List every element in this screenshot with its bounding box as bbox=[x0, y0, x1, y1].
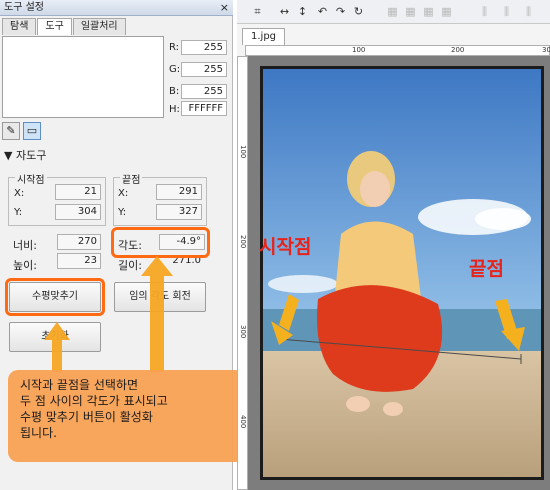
start-y-value: 304 bbox=[55, 204, 101, 220]
panel-title-bar: 도구 설정 × bbox=[0, 0, 233, 16]
image-toolbar: ⌗ ↔ ↕ ↶ ↷ ↻ ▦ ▦ ▦ ▦ ⫼ ⫼ ⫼ bbox=[237, 0, 550, 24]
end-point-title: 끝점 bbox=[120, 171, 143, 186]
tooltip-line-4: 됩니다. bbox=[20, 426, 57, 440]
rotate-left-icon[interactable]: ↶ bbox=[315, 4, 330, 19]
image-view-panel: ⌗ ↔ ↕ ↶ ↷ ↻ ▦ ▦ ▦ ▦ ⫼ ⫼ ⫼ 1.jpg 100 200 … bbox=[237, 0, 550, 490]
start-x-value: 21 bbox=[55, 184, 101, 200]
flip-vertical-icon[interactable]: ↕ bbox=[295, 4, 310, 19]
vertical-ruler: 100 200 300 400 bbox=[237, 56, 248, 490]
end-x-label: X: bbox=[118, 188, 129, 199]
ruler-v-400: 400 bbox=[239, 415, 247, 429]
ruler-v-300: 300 bbox=[239, 325, 247, 339]
tooltip-line-3: 수평 맞추기 버튼이 활성화 bbox=[20, 410, 153, 424]
width-value: 270 bbox=[57, 234, 101, 250]
level-button-highlight bbox=[5, 278, 105, 316]
start-x-label: X: bbox=[14, 188, 25, 199]
flip-horizontal-icon[interactable]: ↔ bbox=[277, 4, 292, 19]
panel-tabs: 탐색 도구 일괄처리 bbox=[2, 18, 127, 35]
h-label: H: bbox=[169, 104, 180, 115]
angle-highlight bbox=[111, 227, 210, 258]
end-y-value: 327 bbox=[156, 204, 202, 220]
crop-icon[interactable]: ⌗ bbox=[250, 4, 265, 19]
start-point-title: 시작점 bbox=[15, 171, 47, 186]
align-icon-3[interactable]: ▦ bbox=[421, 4, 436, 19]
g-label: G: bbox=[169, 64, 181, 75]
tab-navigate[interactable]: 탐색 bbox=[2, 18, 37, 35]
r-label: R: bbox=[169, 42, 180, 53]
r-value: 255 bbox=[181, 40, 227, 55]
hex-value: FFFFFF bbox=[181, 101, 227, 116]
width-label: 너비: bbox=[13, 239, 37, 252]
height-value: 23 bbox=[57, 253, 101, 269]
ruler-h-300: 300 bbox=[542, 46, 550, 54]
height-label: 높이: bbox=[13, 259, 37, 272]
tooltip-line-2: 두 점 사이의 각도가 표시되고 bbox=[20, 394, 168, 408]
panel-title: 도구 설정 bbox=[4, 2, 44, 13]
ruler-v-100: 100 bbox=[239, 145, 247, 159]
end-y-label: Y: bbox=[118, 207, 127, 218]
explanation-bubble: 시작과 끝점을 선택하면 두 점 사이의 각도가 표시되고 수평 맞추기 버튼이… bbox=[8, 370, 245, 462]
distribute-icon-3[interactable]: ⫼ bbox=[521, 4, 536, 19]
rotate-custom-icon[interactable]: ↻ bbox=[351, 4, 366, 19]
length-label: 길이: bbox=[118, 259, 142, 272]
b-label: B: bbox=[169, 86, 180, 97]
ruler-v-200: 200 bbox=[239, 235, 247, 249]
align-icon-4[interactable]: ▦ bbox=[439, 4, 454, 19]
tooltip-line-1: 시작과 끝점을 선택하면 bbox=[20, 378, 139, 392]
ruler-icon[interactable]: ▭ bbox=[23, 122, 41, 140]
distribute-icon-2[interactable]: ⫼ bbox=[499, 4, 514, 19]
close-icon[interactable]: × bbox=[220, 0, 229, 16]
b-value: 255 bbox=[181, 84, 227, 99]
tab-tools[interactable]: 도구 bbox=[37, 18, 72, 35]
end-x-value: 291 bbox=[156, 184, 202, 200]
tab-batch[interactable]: 일괄처리 bbox=[72, 18, 126, 35]
document-tab[interactable]: 1.jpg bbox=[242, 28, 286, 45]
ruler-tool-header[interactable]: ▼ 자도구 bbox=[4, 147, 46, 163]
eyedropper-icon[interactable]: ✎ bbox=[2, 122, 20, 140]
g-value: 255 bbox=[181, 62, 227, 77]
align-icon-2[interactable]: ▦ bbox=[403, 4, 418, 19]
tool-selector: ✎ ▭ bbox=[2, 122, 41, 140]
align-icon-1[interactable]: ▦ bbox=[385, 4, 400, 19]
rotate-arbitrary-button[interactable]: 임의 각도 회전 bbox=[114, 282, 206, 312]
start-y-label: Y: bbox=[14, 207, 23, 218]
reset-button[interactable]: 초기화 bbox=[9, 322, 101, 352]
image-canvas[interactable] bbox=[248, 56, 550, 490]
ruler-h-100: 100 bbox=[352, 46, 366, 54]
color-preview bbox=[2, 36, 164, 118]
rotate-right-icon[interactable]: ↷ bbox=[333, 4, 348, 19]
end-point-callout: 끝점 bbox=[469, 258, 504, 280]
start-point-callout: 시작점 bbox=[259, 236, 312, 258]
ruler-h-200: 200 bbox=[451, 46, 465, 54]
horizontal-ruler: 100 200 300 bbox=[245, 45, 550, 56]
distribute-icon-1[interactable]: ⫼ bbox=[477, 4, 492, 19]
